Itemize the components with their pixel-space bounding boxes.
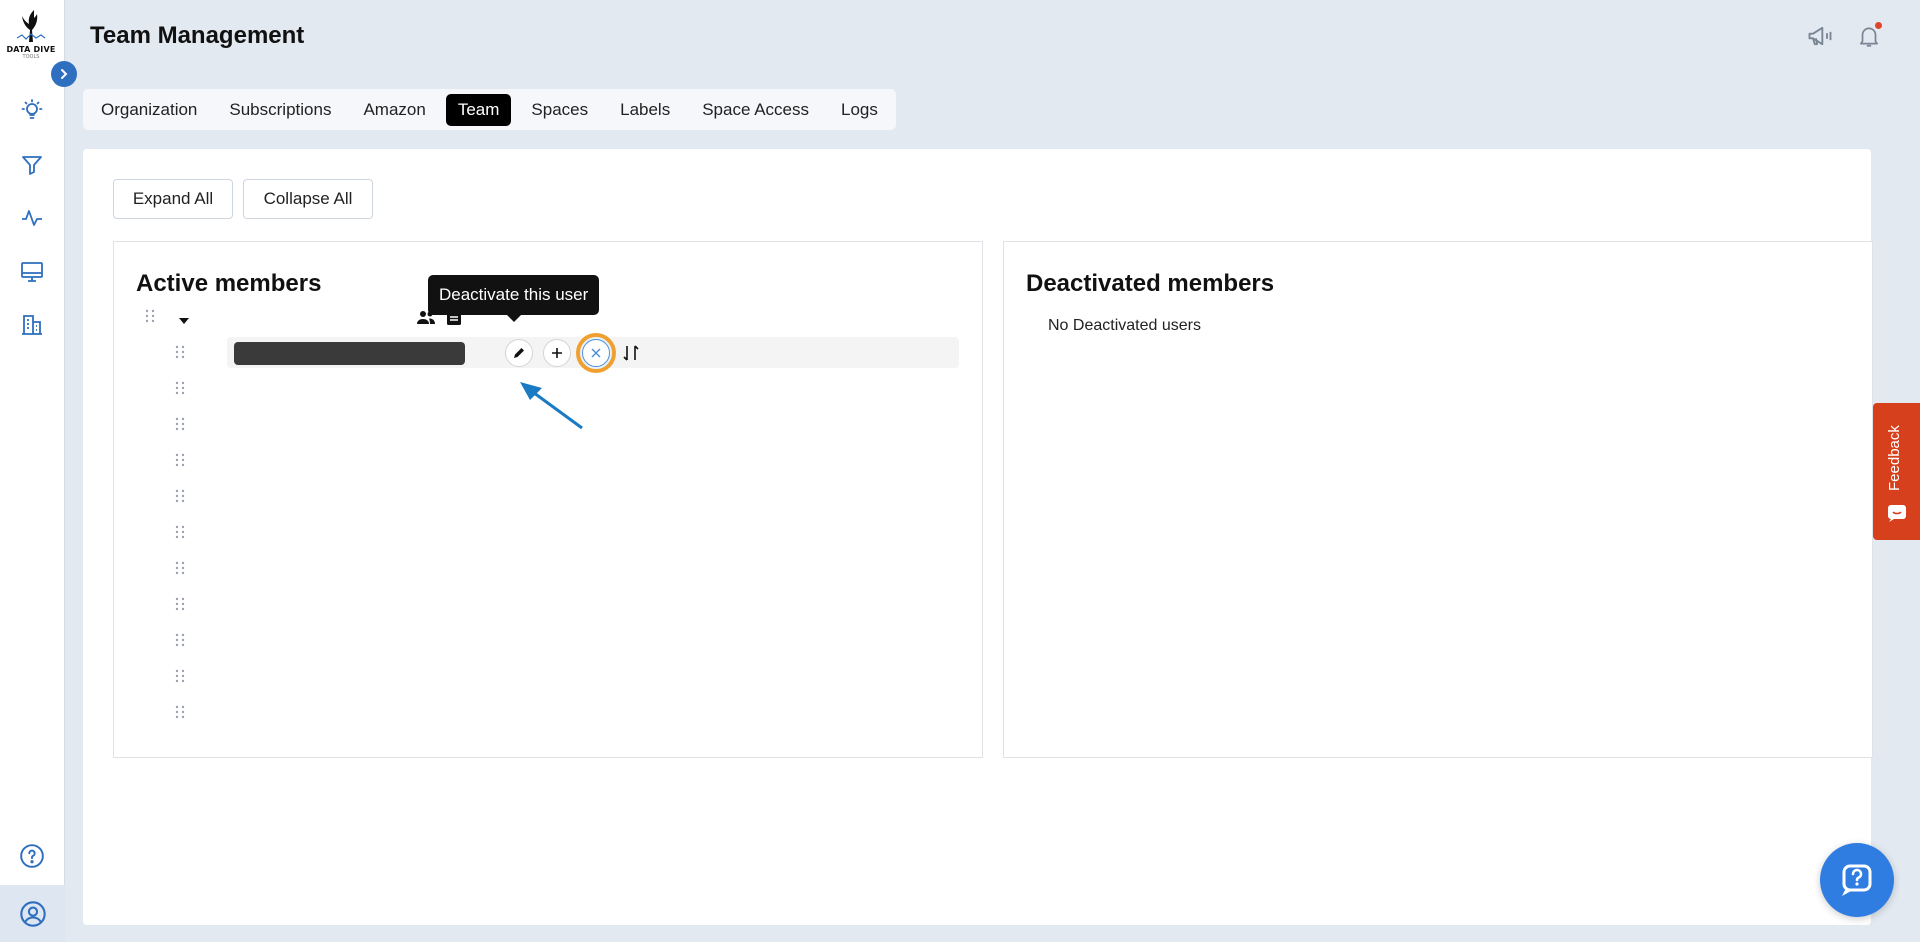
deactivate-user-button[interactable] [576, 333, 616, 373]
account-icon[interactable] [0, 885, 65, 942]
tab-subscriptions[interactable]: Subscriptions [217, 94, 343, 126]
active-members-title: Active members [136, 270, 322, 297]
logo-sub: TOOLS [22, 54, 40, 60]
row-drag-handle-icon[interactable] [174, 596, 186, 612]
plus-icon [552, 348, 562, 358]
tab-labels[interactable]: Labels [608, 94, 682, 126]
deactivated-members-panel: Deactivated members No Deactivated users [1003, 241, 1873, 758]
logo-brand: DATA DIVE [6, 45, 56, 54]
page-title: Team Management [90, 22, 305, 49]
announcement-icon[interactable] [1804, 20, 1836, 52]
deactivated-members-title: Deactivated members [1026, 270, 1275, 297]
activity-icon[interactable] [16, 202, 48, 234]
add-user-button[interactable] [543, 339, 571, 367]
chevron-right-icon [61, 69, 68, 79]
row-drag-handle-icon[interactable] [174, 380, 186, 396]
active-members-panel: Active members Deactivate this user [113, 241, 983, 758]
monitor-icon[interactable] [16, 256, 48, 288]
annotation-arrow-icon [520, 382, 583, 430]
tab-space-access[interactable]: Space Access [690, 94, 821, 126]
tab-amazon[interactable]: Amazon [351, 94, 437, 126]
tab-logs[interactable]: Logs [829, 94, 890, 126]
member-name-redacted [234, 342, 465, 365]
sidebar-expand-button[interactable] [51, 61, 77, 87]
pencil-icon [514, 348, 524, 358]
row-drag-handle-icon[interactable] [174, 524, 186, 540]
row-drag-handle-icon[interactable] [174, 632, 186, 648]
notification-dot [1875, 22, 1882, 29]
feedback-tab[interactable]: Feedback [1873, 403, 1920, 540]
close-icon [591, 348, 601, 358]
filter-icon[interactable] [16, 149, 48, 181]
deactivate-tooltip: Deactivate this user [428, 275, 600, 322]
help-chat-icon [1842, 864, 1872, 896]
row-drag-handle-icon[interactable] [174, 416, 186, 432]
collapse-caret-icon[interactable] [178, 316, 190, 326]
row-drag-handle-icon[interactable] [174, 452, 186, 468]
sidebar: DATA DIVE TOOLS [0, 0, 65, 942]
row-drag-handle-icon[interactable] [174, 704, 186, 720]
tab-organization[interactable]: Organization [89, 94, 209, 126]
tab-spaces[interactable]: Spaces [519, 94, 600, 126]
help-circle-icon[interactable] [16, 840, 48, 872]
help-chat-button[interactable] [1820, 843, 1894, 917]
drag-handle-icon[interactable] [144, 308, 156, 324]
chat-icon [1888, 505, 1906, 522]
empty-state-text: No Deactivated users [1048, 317, 1201, 334]
row-drag-handle-icon[interactable] [174, 488, 186, 504]
lightbulb-icon[interactable] [16, 94, 48, 126]
logo-mark [16, 10, 46, 42]
sort-icon[interactable] [619, 342, 643, 364]
row-drag-handle-icon[interactable] [174, 344, 186, 360]
collapse-all-button[interactable]: Collapse All [243, 179, 373, 219]
row-drag-handle-icon[interactable] [174, 668, 186, 684]
tab-bar: Organization Subscriptions Amazon Team S… [83, 89, 896, 130]
main-card: Expand All Collapse All Active members D… [83, 149, 1873, 925]
edit-user-button[interactable] [505, 339, 533, 367]
deactivate-button-inner [582, 339, 610, 367]
member-row [227, 333, 959, 373]
row-drag-handle-icon[interactable] [174, 560, 186, 576]
building-icon[interactable] [16, 309, 48, 341]
tab-team[interactable]: Team [445, 93, 512, 126]
logo[interactable]: DATA DIVE TOOLS [6, 8, 56, 64]
feedback-label: Feedback [1886, 425, 1903, 491]
expand-all-button[interactable]: Expand All [113, 179, 233, 219]
notification-bell-icon[interactable] [1853, 20, 1885, 52]
